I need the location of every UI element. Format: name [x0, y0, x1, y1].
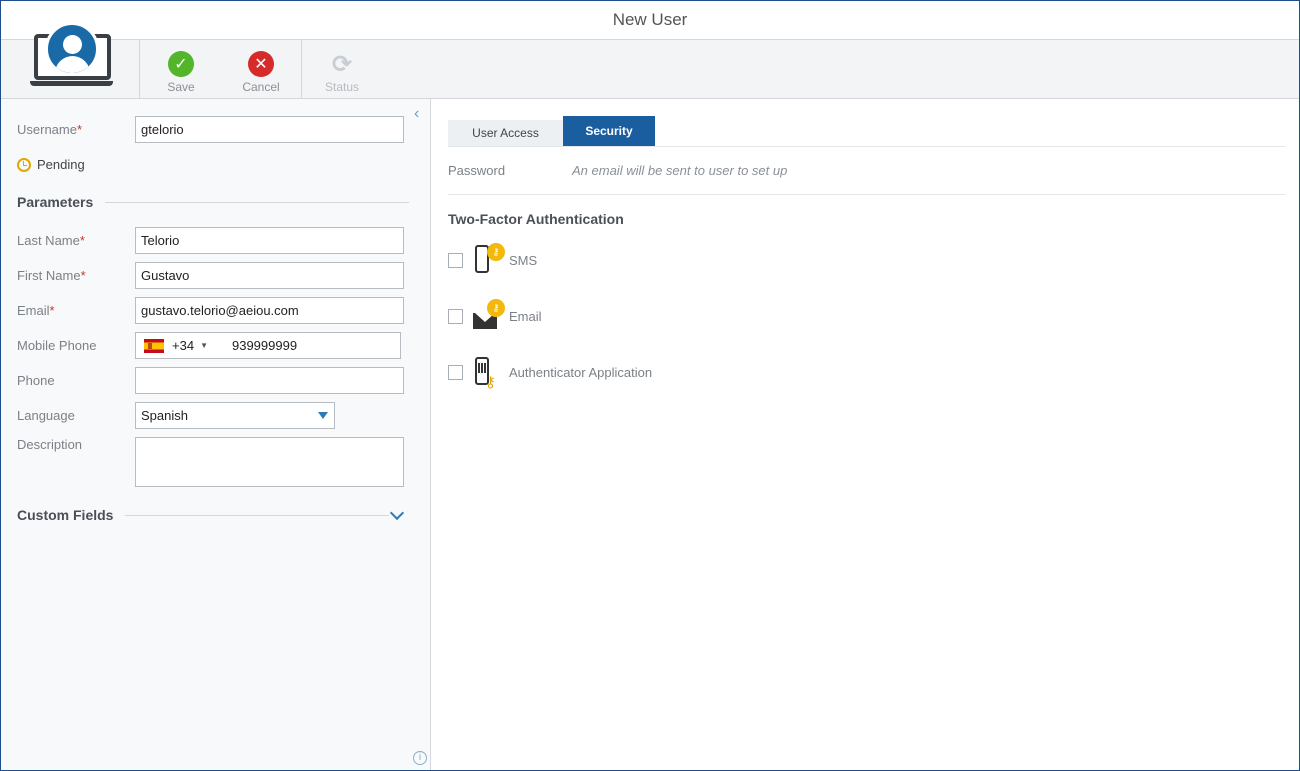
status-indicator: Pending [17, 157, 85, 172]
phone-label: Phone [17, 373, 55, 388]
window: New User ✓ Save ✕ Cancel ⟳ Status ‹ User… [0, 0, 1300, 771]
avatar-head [63, 35, 82, 54]
dropdown-arrow-icon [318, 412, 328, 419]
password-label: Password [448, 163, 506, 178]
cancel-button[interactable]: ✕ Cancel [221, 40, 301, 99]
language-select[interactable]: Spanish [135, 402, 335, 429]
authenticator-checkbox[interactable] [448, 364, 463, 380]
country-code[interactable]: +34 [172, 338, 194, 353]
avatar [45, 22, 99, 76]
first-name-input[interactable]: Gustavo [135, 262, 404, 289]
language-label: Language [17, 408, 75, 423]
two-factor-title: Two-Factor Authentication [448, 211, 624, 227]
sms-checkbox[interactable] [448, 252, 463, 268]
custom-fields-section[interactable]: Custom Fields [17, 507, 390, 523]
status-button[interactable]: ⟳ Status [302, 40, 382, 99]
tfa-option-email: ⚷ Email [448, 299, 542, 333]
envelope-key-icon: ⚷ [473, 299, 507, 333]
refresh-icon: ⟳ [331, 50, 353, 78]
email-checkbox[interactable] [448, 308, 463, 324]
tab-underline [448, 146, 1285, 147]
info-icon[interactable]: i [413, 751, 427, 765]
tab-bar: User Access Security [448, 116, 655, 146]
custom-fields-title: Custom Fields [17, 507, 114, 523]
toolbar: ✓ Save ✕ Cancel ⟳ Status [1, 22, 1299, 99]
tab-security[interactable]: Security [563, 116, 655, 146]
user-avatar-area [1, 22, 140, 99]
qr-phone-key-icon: ⚷ [473, 355, 507, 391]
status-text: Pending [37, 157, 85, 172]
description-textarea[interactable] [135, 437, 404, 487]
sms-label: SMS [509, 252, 538, 268]
divider [125, 514, 390, 516]
save-label: Save [167, 80, 195, 94]
spain-flag-icon [144, 338, 164, 353]
mobile-number: 939999999 [231, 338, 298, 353]
username-input[interactable]: gtelorio [135, 116, 404, 143]
checkmark-icon: ✓ [168, 51, 194, 77]
collapse-panel-chevron-left-icon[interactable]: ‹ [414, 105, 419, 123]
window-title: New User [1, 1, 1299, 40]
tfa-option-sms: ⚷ SMS [448, 243, 537, 277]
divider [448, 194, 1285, 195]
language-value: Spanish [141, 408, 188, 423]
description-label: Description [17, 437, 83, 452]
phone-key-icon: ⚷ [473, 243, 507, 277]
tab-user-access[interactable]: User Access [448, 120, 563, 146]
close-icon: ✕ [248, 51, 274, 77]
expand-chevron-down-icon[interactable] [389, 505, 405, 521]
last-name-label: Last Name* [17, 233, 85, 248]
security-panel: User Access Security Password An email w… [432, 99, 1299, 770]
email-input[interactable]: gustavo.telorio@aeiou.com [135, 297, 404, 324]
laptop-base [30, 81, 113, 86]
cancel-label: Cancel [242, 80, 280, 94]
user-details-panel: ‹ Username* gtelorio Pending Parameters … [1, 99, 431, 770]
mobile-phone-input[interactable]: +34 ▼ 939999999 [135, 332, 401, 359]
divider [105, 201, 410, 203]
phone-input[interactable] [135, 367, 404, 394]
parameters-title: Parameters [17, 194, 94, 210]
caret-down-icon[interactable]: ▼ [200, 341, 208, 350]
tfa-option-authenticator: ⚷ Authenticator Application [448, 355, 653, 391]
status-label: Status [324, 80, 360, 94]
username-label: Username* [17, 122, 83, 137]
mobile-phone-label: Mobile Phone [17, 338, 97, 353]
email-label: Email* [17, 303, 55, 318]
first-name-label: First Name* [17, 268, 86, 283]
email-option-label: Email [509, 308, 542, 324]
clock-icon [17, 157, 31, 172]
parameters-section: Parameters [17, 194, 410, 210]
last-name-input[interactable]: Telorio [135, 227, 404, 254]
password-info: An email will be sent to user to set up [572, 163, 788, 178]
authenticator-label: Authenticator Application [509, 364, 653, 380]
save-button[interactable]: ✓ Save [141, 40, 221, 99]
